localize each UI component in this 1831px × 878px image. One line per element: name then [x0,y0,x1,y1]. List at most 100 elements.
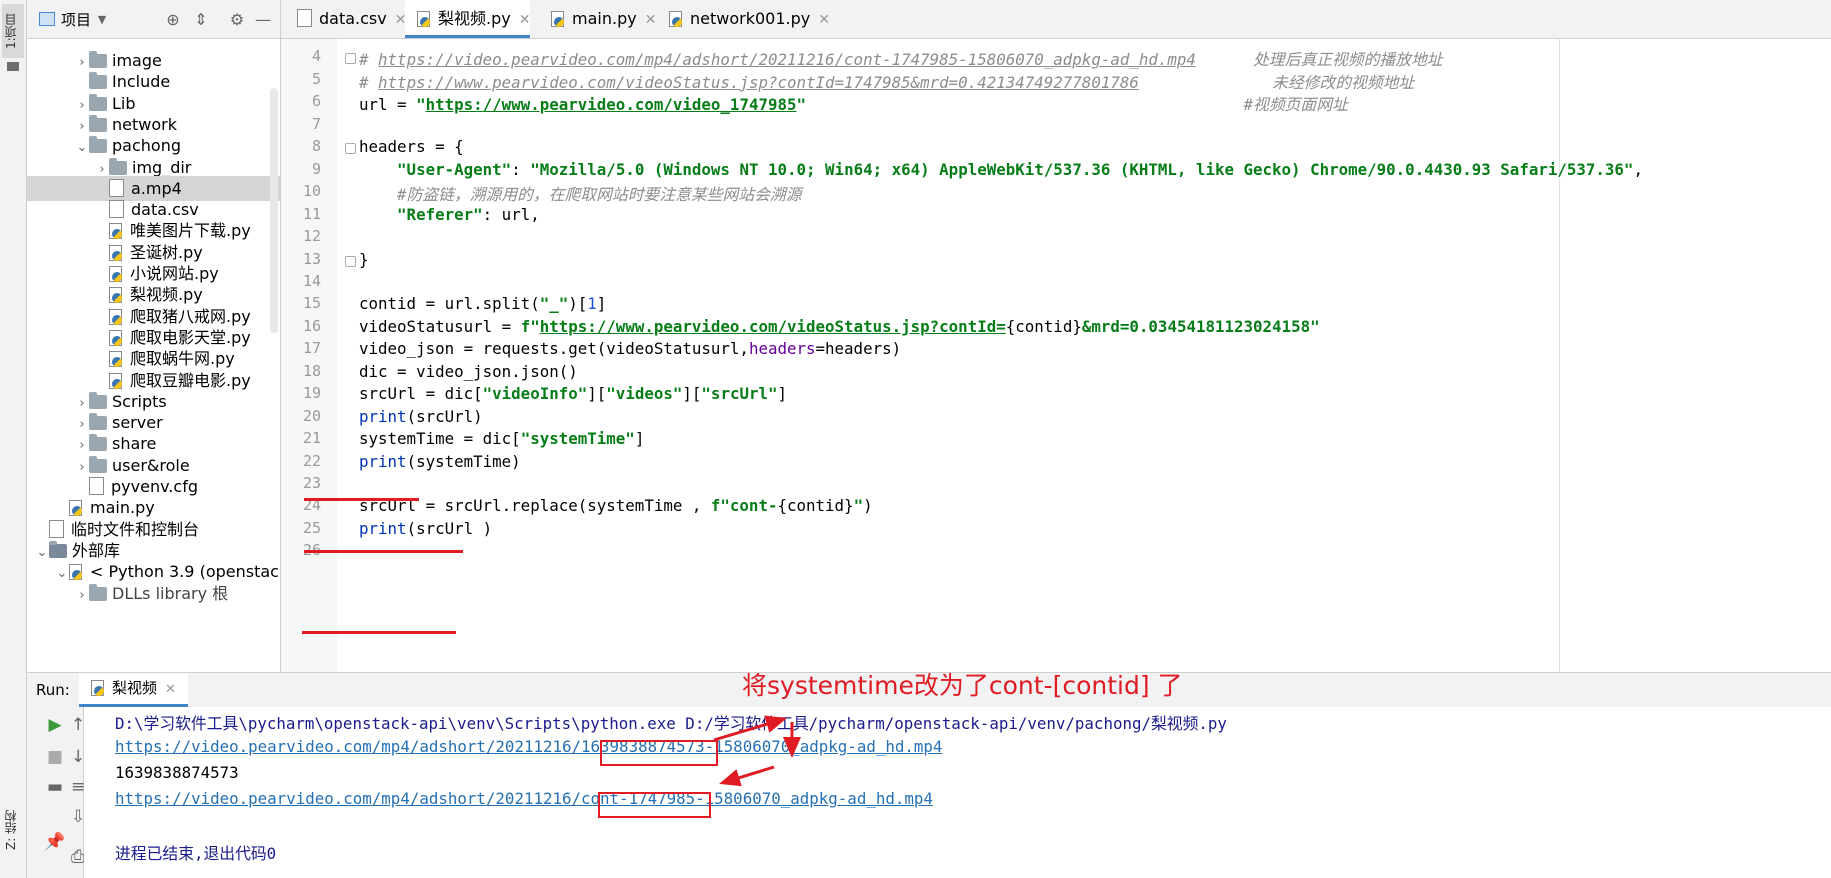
run-toolbar: ▶ ↑ ■ ↓ ▬ ≡ ⇩ 📌 ⎙ [27,707,85,878]
tree-item-label: pachong [112,136,181,156]
close-icon[interactable]: ✕ [818,12,830,28]
project-view-icon [39,12,55,26]
line-number: 16 [302,316,321,335]
project-panel: 项目 ▼ ⊕ ⇕ ⚙ — › image Include › Lib › network ⌄ p… [27,0,281,672]
folder-icon [89,51,107,68]
line-number: 12 [302,227,321,246]
annotation-arrows [713,715,801,787]
line-number: 9 [311,159,321,178]
console-link[interactable]: https://video.pearvideo.com/mp4/adshort/… [115,789,933,808]
line-number: 7 [311,114,321,133]
chevron-down-icon[interactable]: ▼ [91,13,113,26]
line-number-gutter: 3456789101112131415161718192021222324252… [281,39,337,672]
tree-item-label: pyvenv.cfg [111,477,198,496]
line-number: 18 [302,361,321,380]
console-line: 进程已结束,退出代码0 [115,844,277,863]
code-line[interactable]: srcUrl = dic["videoInfo"]["videos"]["src… [359,384,787,403]
folder-icon [89,114,107,132]
code-line[interactable]: srcUrl = srcUrl.replace(systemTime , f"c… [359,496,873,515]
code-editor[interactable]: 3456789101112131415161718192021222324252… [281,39,1831,672]
tree-item-label: server [112,413,163,433]
library-icon [49,540,67,558]
tree-item-label: 爬取豆瓣电影.py [130,370,251,390]
line-number: 19 [302,384,321,403]
code-line[interactable]: contid = url.split("_")[1] [359,294,606,313]
highlight-box [598,792,711,818]
code-line[interactable]: } [359,250,369,269]
tab-lishipin-py[interactable]: 梨视频.py ✕ [405,0,531,38]
run-label: Run: [36,681,70,699]
tree-item[interactable]: › DLLs library 根 [27,581,280,606]
minimize-icon[interactable]: — [252,10,274,29]
tree-item-label: Lib [112,93,136,113]
scroll-to-end-icon[interactable]: ⇩ [71,807,85,827]
folder-icon [7,62,19,71]
folder-icon [89,455,107,473]
code-line[interactable]: systemTime = dic["systemTime"] [359,429,644,448]
pin-icon[interactable]: 📌 [43,832,67,852]
run-tab[interactable]: 梨视频 ✕ [79,673,188,707]
python-file-icon [91,680,105,696]
chevron-right-icon[interactable]: › [75,583,89,608]
gear-icon[interactable]: ⚙ [226,10,248,29]
code-line[interactable]: "Referer": url, [359,205,540,224]
code-line[interactable]: print(srcUrl) [359,407,483,426]
arrow-down-icon[interactable]: ↓ [71,747,85,767]
structure-tool-tab[interactable]: Z: 结构 [2,790,24,870]
arrow-up-icon[interactable]: ↑ [71,715,85,735]
python-file-icon [669,11,683,27]
tree-item-label: 爬取电影天堂.py [130,327,251,347]
line-number: 4 [311,47,321,66]
tree-item-label: 梨视频.py [130,285,203,305]
project-scrollbar[interactable] [270,88,278,333]
close-icon[interactable]: ✕ [165,682,176,697]
tab-network001-py[interactable]: network001.py ✕ [657,0,830,38]
tree-item-label: img_dir [132,157,192,177]
code-line[interactable]: videoStatusurl = f"https://www.pearvideo… [359,317,1320,336]
code-line[interactable]: url = "https://www.pearvideo.com/video_1… [359,92,1348,115]
rerun-icon[interactable]: ▶ [43,715,67,735]
fold-marker-icon[interactable] [345,255,356,267]
annotation-underline [304,498,419,501]
close-icon[interactable]: ✕ [645,12,657,28]
tab-label: data.csv [319,9,387,28]
fold-marker-icon[interactable] [345,53,356,65]
python-file-icon [109,351,123,368]
tree-item-label: a.mp4 [131,178,182,198]
tab-main-py[interactable]: main.py ✕ [539,0,656,38]
highlight-box [600,740,718,766]
code-line[interactable]: print(systemTime) [359,452,521,471]
tree-item-label: network [112,114,177,134]
tab-label: 梨视频.py [438,9,511,28]
console-link[interactable]: https://video.pearvideo.com/mp4/adshort/… [115,737,942,756]
code-line[interactable]: # https://www.pearvideo.com/videoStatus.… [359,70,1414,93]
project-view-selector[interactable]: 项目 [61,9,91,30]
stop-icon[interactable]: ■ [43,747,67,767]
project-tool-tab[interactable]: 1:项目 [2,4,24,58]
console-line: D:\学习软件工具\pycharm\openstack-api\venv\Scr… [115,714,1227,733]
code-line[interactable]: video_json = requests.get(videoStatusurl… [359,339,901,358]
code-line[interactable]: headers = { [359,137,464,156]
line-number: 23 [302,474,321,492]
layout-icon[interactable]: ▬ [43,777,67,797]
close-icon[interactable]: ✕ [519,12,531,28]
csv-file-icon [297,9,312,27]
code-line[interactable]: # https://video.pearvideo.com/mp4/adshor… [359,47,1443,70]
code-line[interactable]: print(srcUrl ) [359,519,492,538]
line-number: 11 [302,204,321,223]
tree-item-label: main.py [90,498,155,518]
code-line[interactable]: "User-Agent": "Mozilla/5.0 (Windows NT 1… [359,160,1643,179]
folder-icon [89,413,107,431]
python-file-icon [109,372,123,389]
code-line[interactable]: #防盗链，溯源用的，在爬取网站时要注意某些网站会溯源 [359,182,801,205]
collapse-all-icon[interactable]: ⇕ [190,10,212,29]
code-line[interactable]: dic = video_json.json() [359,362,578,381]
run-console[interactable]: D:\学习软件工具\pycharm\openstack-api\venv\Scr… [84,707,1831,878]
python-file-icon [69,500,83,517]
soft-wrap-icon[interactable]: ≡ [71,777,85,797]
locate-icon[interactable]: ⊕ [162,10,184,29]
fold-marker-icon[interactable] [345,143,356,155]
python-file-icon [109,287,123,304]
tab-data-csv[interactable]: data.csv ✕ [285,0,406,38]
print-icon[interactable]: ⎙ [71,847,85,867]
